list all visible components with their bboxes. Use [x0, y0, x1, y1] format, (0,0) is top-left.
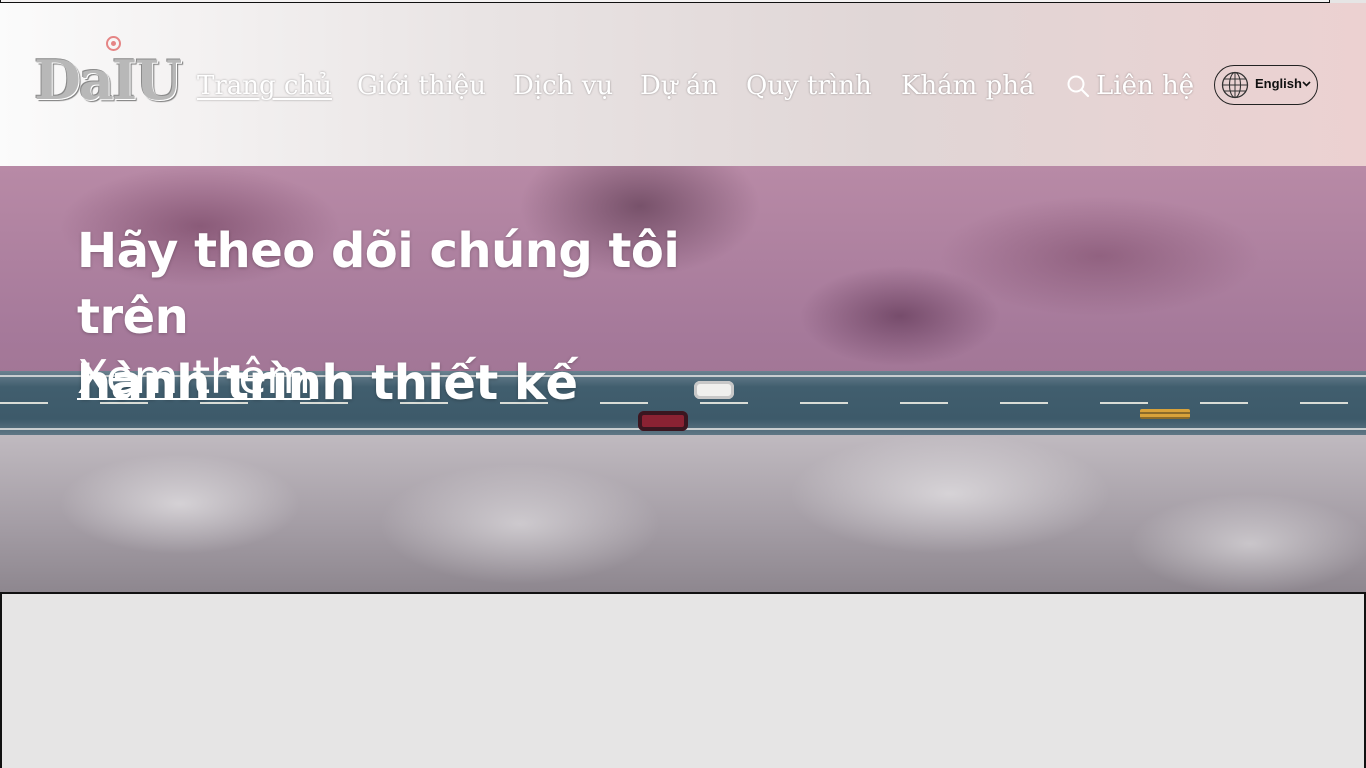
search-button[interactable]	[1066, 70, 1090, 102]
hero-banner: Hãy theo dõi chúng tôi trên hành trình t…	[0, 166, 1366, 592]
hero-snowy-trees	[0, 434, 1366, 592]
hero-title-line-1: Hãy theo dõi chúng tôi trên	[77, 223, 680, 345]
nav-item-projects[interactable]: Dự án	[640, 70, 718, 102]
logo-text: DaIU	[34, 48, 182, 112]
nav-item-home[interactable]: Trang chủ	[197, 70, 332, 102]
nav-item-about[interactable]: Giới thiệu	[357, 70, 486, 102]
content-panel	[0, 592, 1366, 768]
language-switcher[interactable]: English	[1214, 65, 1318, 105]
nav-item-process[interactable]: Quy trình	[746, 70, 872, 102]
chevron-down-icon	[1302, 81, 1311, 87]
globe-icon	[1221, 71, 1249, 99]
search-icon	[1067, 75, 1090, 98]
see-more-link[interactable]: Xem thêm	[77, 349, 311, 405]
nav-item-contact[interactable]: Liên hệ	[1096, 70, 1194, 102]
nav-item-explore[interactable]: Khám phá	[901, 70, 1034, 102]
truck-yellow	[1140, 409, 1190, 419]
site-header: DaIU Trang chủ Giới thiệu Dịch vụ Dự án …	[0, 3, 1366, 166]
nav-item-services[interactable]: Dịch vụ	[513, 70, 613, 102]
language-label: English	[1255, 76, 1302, 91]
logo[interactable]: DaIU	[34, 35, 182, 115]
